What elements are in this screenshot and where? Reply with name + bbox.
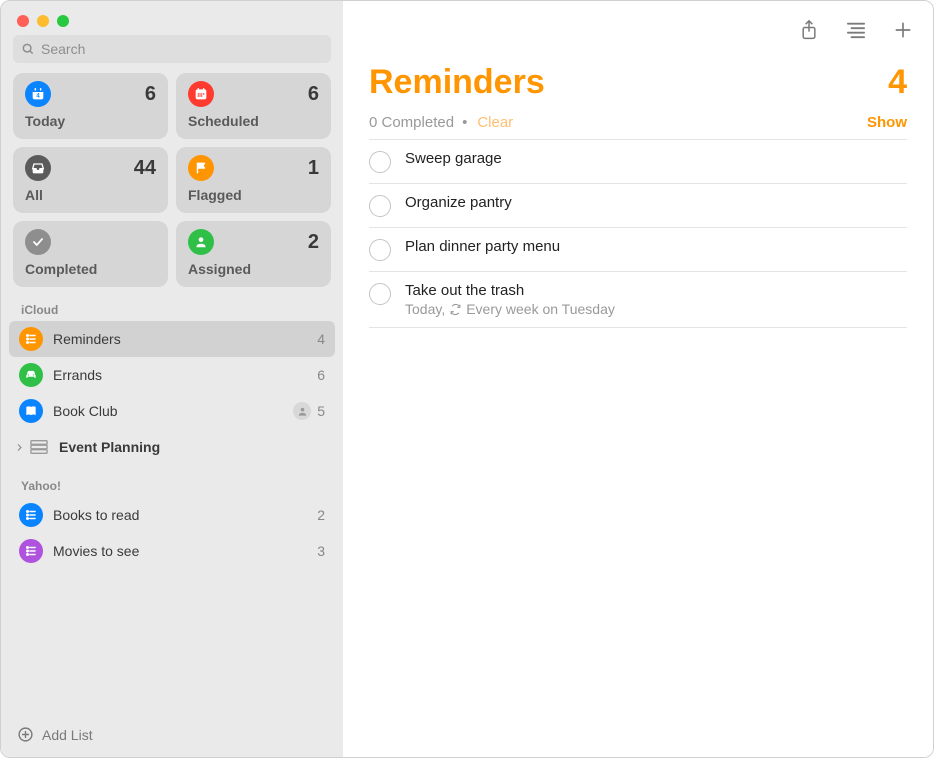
reminder-items: Sweep garage Organize pantry Plan dinner… xyxy=(343,139,933,328)
tray-icon xyxy=(25,155,51,181)
repeat-icon xyxy=(449,303,462,316)
car-icon xyxy=(19,363,43,387)
smart-scheduled[interactable]: 6 Scheduled xyxy=(176,73,331,139)
smart-flagged-count: 1 xyxy=(308,157,319,180)
smart-all-label: All xyxy=(25,187,156,203)
plus-circle-icon xyxy=(17,726,34,743)
smart-flagged[interactable]: 1 Flagged xyxy=(176,147,331,213)
person-icon xyxy=(188,229,214,255)
list-icon xyxy=(19,503,43,527)
zoom-window-button[interactable] xyxy=(57,15,69,27)
add-list-button[interactable]: Add List xyxy=(1,716,343,757)
list-count: 6 xyxy=(317,367,325,383)
flag-icon xyxy=(188,155,214,181)
list-count: 3 xyxy=(317,543,325,559)
calendar-icon xyxy=(188,81,214,107)
smart-all-count: 44 xyxy=(134,157,156,180)
view-options-button[interactable] xyxy=(845,21,867,39)
window-controls xyxy=(1,1,343,35)
app-window: 4 6 Today 6 Scheduled xyxy=(0,0,934,758)
list-item-count: 4 xyxy=(888,63,907,102)
account-header-yahoo: Yahoo! xyxy=(1,473,343,497)
complete-toggle[interactable] xyxy=(369,195,391,217)
new-reminder-button[interactable] xyxy=(893,20,913,40)
list-icon xyxy=(19,539,43,563)
reminder-title: Sweep garage xyxy=(405,150,907,167)
folder-name: Event Planning xyxy=(59,439,160,455)
sidebar: 4 6 Today 6 Scheduled xyxy=(1,1,343,757)
add-list-label: Add List xyxy=(42,727,93,743)
shared-icon xyxy=(293,402,311,420)
complete-toggle[interactable] xyxy=(369,239,391,261)
toolbar xyxy=(343,1,933,49)
reminder-title: Organize pantry xyxy=(405,194,907,211)
folder-event-planning[interactable]: Event Planning xyxy=(9,429,335,465)
search-icon xyxy=(21,42,35,56)
list-reminders[interactable]: Reminders 4 xyxy=(9,321,335,357)
list-count: 2 xyxy=(317,507,325,523)
list-count: 5 xyxy=(317,403,325,419)
smart-assigned-label: Assigned xyxy=(188,261,319,277)
reminder-item[interactable]: Take out the trash Today, Every week on … xyxy=(369,271,907,328)
folder-stack-icon xyxy=(27,437,51,457)
show-completed-button[interactable]: Show xyxy=(867,114,907,131)
search-field[interactable] xyxy=(13,35,331,63)
list-name: Movies to see xyxy=(53,543,317,559)
chevron-right-icon xyxy=(11,443,27,452)
list-book-club[interactable]: Book Club 5 xyxy=(9,393,335,429)
separator-dot: • xyxy=(462,114,467,131)
smart-flagged-label: Flagged xyxy=(188,187,319,203)
smart-lists: 4 6 Today 6 Scheduled xyxy=(1,73,343,297)
list-name: Errands xyxy=(53,367,317,383)
list-icon xyxy=(19,327,43,351)
plus-icon xyxy=(893,20,913,40)
complete-toggle[interactable] xyxy=(369,283,391,305)
reminder-repeat-label: Every week on Tuesday xyxy=(466,301,615,317)
smart-today[interactable]: 4 6 Today xyxy=(13,73,168,139)
book-icon xyxy=(19,399,43,423)
completed-count-label: 0 Completed xyxy=(369,114,454,131)
list-title: Reminders xyxy=(369,63,545,102)
list-name: Book Club xyxy=(53,403,293,419)
smart-completed-label: Completed xyxy=(25,261,156,277)
smart-scheduled-label: Scheduled xyxy=(188,113,319,129)
list-count: 4 xyxy=(317,331,325,347)
reminder-item[interactable]: Plan dinner party menu xyxy=(369,227,907,271)
reminder-subtitle: Today, Every week on Tuesday xyxy=(405,301,907,317)
main-content: Reminders 4 0 Completed • Clear Show Swe… xyxy=(343,1,933,757)
smart-completed[interactable]: Completed xyxy=(13,221,168,287)
share-button[interactable] xyxy=(799,19,819,41)
complete-toggle[interactable] xyxy=(369,151,391,173)
calendar-today-icon: 4 xyxy=(25,81,51,107)
check-icon xyxy=(25,229,51,255)
smart-today-label: Today xyxy=(25,113,156,129)
smart-assigned-count: 2 xyxy=(308,231,319,254)
list-books-to-read[interactable]: Books to read 2 xyxy=(9,497,335,533)
smart-assigned[interactable]: 2 Assigned xyxy=(176,221,331,287)
list-name: Reminders xyxy=(53,331,317,347)
list-errands[interactable]: Errands 6 xyxy=(9,357,335,393)
reminder-title: Plan dinner party menu xyxy=(405,238,907,255)
minimize-window-button[interactable] xyxy=(37,15,49,27)
indent-lines-icon xyxy=(845,21,867,39)
reminder-due-label: Today, xyxy=(405,301,445,317)
reminder-item[interactable]: Organize pantry xyxy=(369,183,907,227)
close-window-button[interactable] xyxy=(17,15,29,27)
smart-today-count: 6 xyxy=(145,83,156,106)
list-name: Books to read xyxy=(53,507,317,523)
search-input[interactable] xyxy=(41,41,323,57)
reminder-item[interactable]: Sweep garage xyxy=(369,139,907,183)
share-icon xyxy=(799,19,819,41)
clear-completed-button[interactable]: Clear xyxy=(477,114,513,131)
reminder-title: Take out the trash xyxy=(405,282,907,299)
smart-scheduled-count: 6 xyxy=(308,83,319,106)
account-header-icloud: iCloud xyxy=(1,297,343,321)
smart-all[interactable]: 44 All xyxy=(13,147,168,213)
list-movies-to-see[interactable]: Movies to see 3 xyxy=(9,533,335,569)
